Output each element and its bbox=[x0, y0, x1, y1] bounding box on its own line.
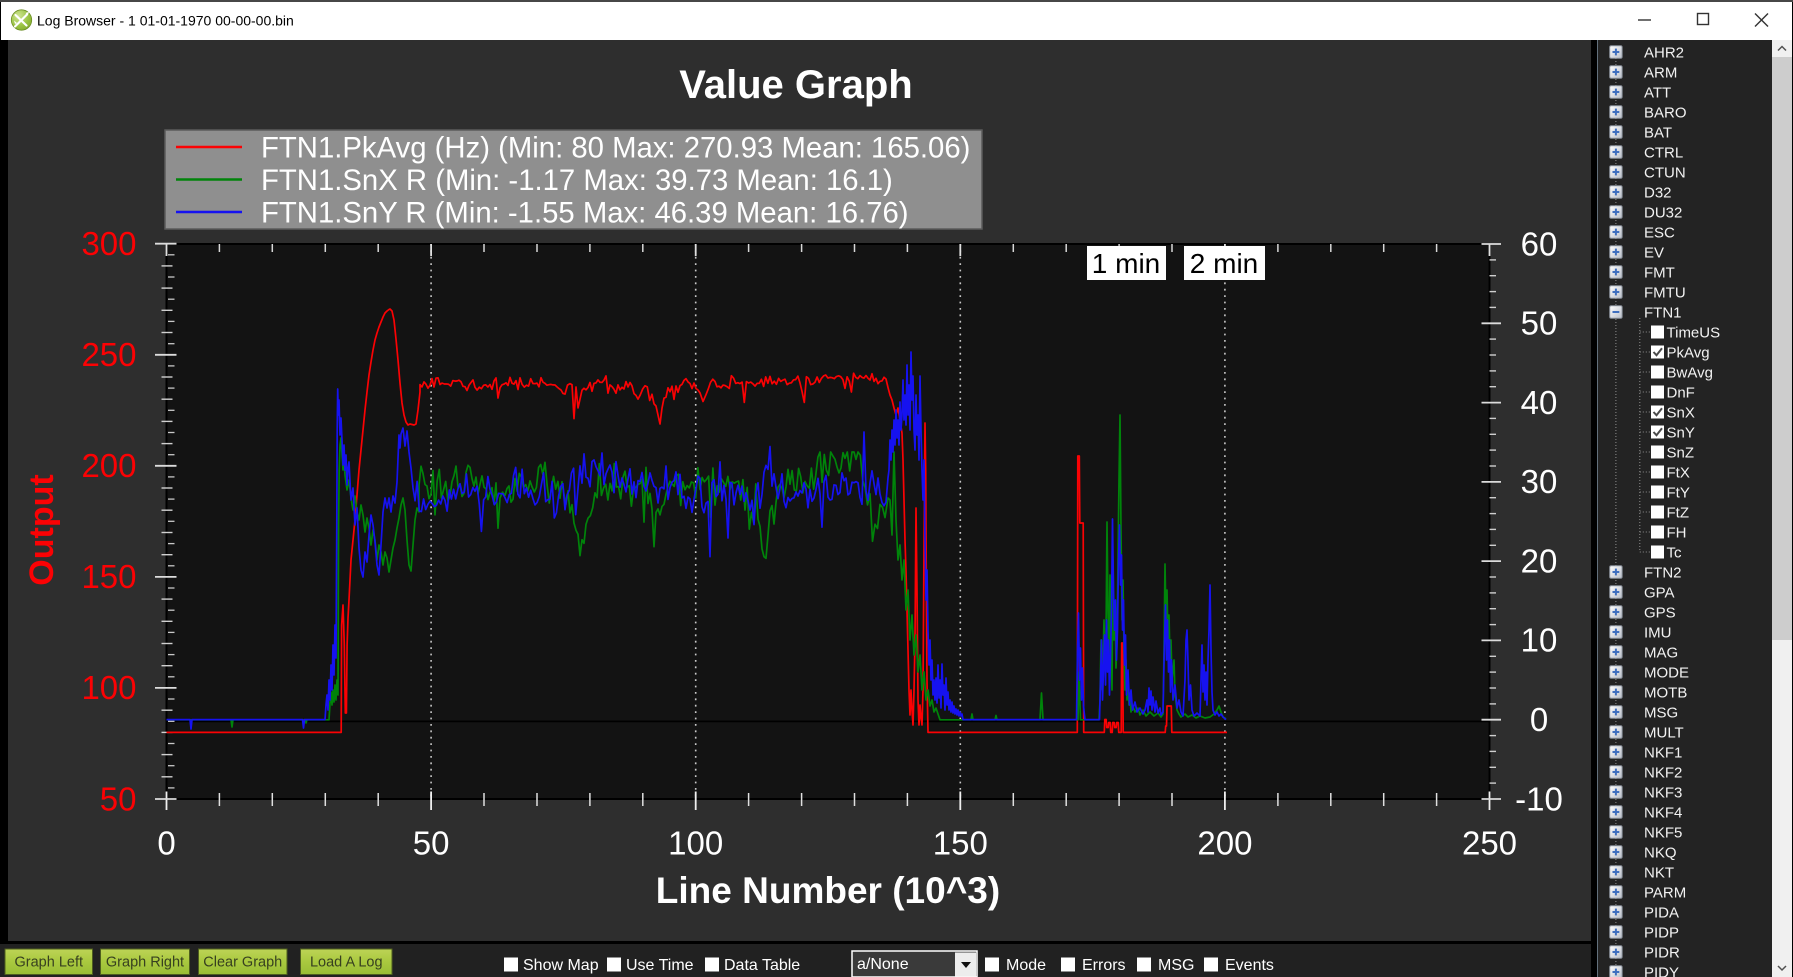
svg-text:Graph Right: Graph Right bbox=[106, 955, 184, 971]
svg-text:FTN1: FTN1 bbox=[1644, 304, 1682, 321]
svg-text:NKF3: NKF3 bbox=[1644, 784, 1682, 801]
svg-text:100: 100 bbox=[81, 669, 136, 706]
svg-text:FMT: FMT bbox=[1644, 264, 1675, 281]
svg-text:FtZ: FtZ bbox=[1667, 504, 1690, 521]
svg-text:Graph Left: Graph Left bbox=[14, 955, 83, 971]
svg-text:0: 0 bbox=[1530, 701, 1548, 738]
svg-text:60: 60 bbox=[1521, 225, 1558, 262]
svg-text:PkAvg: PkAvg bbox=[1667, 344, 1710, 361]
svg-text:Errors: Errors bbox=[1082, 957, 1126, 974]
svg-text:100: 100 bbox=[668, 825, 723, 862]
svg-text:Log Browser - 1 01-01-1970 00-: Log Browser - 1 01-01-1970 00-00-00.bin bbox=[37, 13, 294, 29]
svg-text:PIDR: PIDR bbox=[1644, 944, 1680, 961]
svg-text:PIDA: PIDA bbox=[1644, 904, 1679, 921]
svg-text:MULT: MULT bbox=[1644, 724, 1684, 741]
svg-text:BAT: BAT bbox=[1644, 124, 1672, 141]
svg-text:10: 10 bbox=[1521, 622, 1558, 659]
svg-text:200: 200 bbox=[1197, 825, 1252, 862]
svg-text:CTUN: CTUN bbox=[1644, 164, 1686, 181]
svg-text:SnX: SnX bbox=[1667, 404, 1695, 421]
svg-text:GPS: GPS bbox=[1644, 604, 1676, 621]
svg-text:D32: D32 bbox=[1644, 184, 1672, 201]
svg-text:NKT: NKT bbox=[1644, 864, 1674, 881]
svg-text:Clear Graph: Clear Graph bbox=[203, 955, 282, 971]
svg-text:Line Number (10^3): Line Number (10^3) bbox=[656, 870, 1000, 911]
svg-text:MSG: MSG bbox=[1158, 957, 1194, 974]
svg-text:FTN1.SnY R (Min: -1.55 Max: 46: FTN1.SnY R (Min: -1.55 Max: 46.39 Mean: … bbox=[261, 197, 909, 230]
svg-text:FH: FH bbox=[1667, 524, 1687, 541]
svg-text:Value Graph: Value Graph bbox=[679, 63, 912, 107]
svg-text:NKF2: NKF2 bbox=[1644, 764, 1682, 781]
svg-text:PIDY: PIDY bbox=[1644, 964, 1679, 977]
svg-text:50: 50 bbox=[413, 825, 450, 862]
svg-text:Data Table: Data Table bbox=[724, 957, 800, 974]
svg-text:NKF4: NKF4 bbox=[1644, 804, 1682, 821]
svg-text:PIDP: PIDP bbox=[1644, 924, 1679, 941]
svg-text:SnZ: SnZ bbox=[1667, 444, 1695, 461]
svg-text:200: 200 bbox=[81, 447, 136, 484]
svg-text:NKF1: NKF1 bbox=[1644, 744, 1682, 761]
svg-text:-10: -10 bbox=[1515, 780, 1563, 817]
svg-text:a/None: a/None bbox=[857, 956, 909, 973]
svg-text:FtX: FtX bbox=[1667, 464, 1690, 481]
svg-text:DU32: DU32 bbox=[1644, 204, 1682, 221]
svg-text:ESC: ESC bbox=[1644, 224, 1675, 241]
svg-text:FTN1.SnX R (Min: -1.17 Max: 39: FTN1.SnX R (Min: -1.17 Max: 39.73 Mean: … bbox=[261, 164, 893, 197]
svg-text:Load A Log: Load A Log bbox=[310, 955, 383, 971]
svg-text:MAG: MAG bbox=[1644, 644, 1678, 661]
svg-text:GPA: GPA bbox=[1644, 584, 1675, 601]
svg-text:NKQ: NKQ bbox=[1644, 844, 1677, 861]
svg-text:IMU: IMU bbox=[1644, 624, 1672, 641]
svg-text:PARM: PARM bbox=[1644, 884, 1686, 901]
svg-text:20: 20 bbox=[1521, 542, 1558, 579]
svg-text:CTRL: CTRL bbox=[1644, 144, 1683, 161]
svg-text:40: 40 bbox=[1521, 384, 1558, 421]
svg-text:Tc: Tc bbox=[1667, 544, 1683, 561]
svg-text:50: 50 bbox=[100, 780, 137, 817]
svg-text:300: 300 bbox=[81, 225, 136, 262]
svg-text:Events: Events bbox=[1225, 957, 1274, 974]
svg-text:ATT: ATT bbox=[1644, 84, 1671, 101]
svg-text:Use Time: Use Time bbox=[626, 957, 694, 974]
svg-text:150: 150 bbox=[933, 825, 988, 862]
svg-text:FMTU: FMTU bbox=[1644, 284, 1686, 301]
svg-text:SnY: SnY bbox=[1667, 424, 1695, 441]
svg-text:MODE: MODE bbox=[1644, 664, 1689, 681]
svg-text:1 min: 1 min bbox=[1092, 248, 1160, 279]
svg-text:150: 150 bbox=[81, 558, 136, 595]
svg-text:BARO: BARO bbox=[1644, 104, 1687, 121]
svg-text:DnF: DnF bbox=[1667, 384, 1695, 401]
svg-text:MOTB: MOTB bbox=[1644, 684, 1687, 701]
svg-text:Mode: Mode bbox=[1006, 957, 1046, 974]
svg-text:ARM: ARM bbox=[1644, 64, 1677, 81]
svg-text:250: 250 bbox=[81, 336, 136, 373]
svg-text:2 min: 2 min bbox=[1190, 248, 1258, 279]
svg-text:30: 30 bbox=[1521, 463, 1558, 500]
svg-text:0: 0 bbox=[157, 825, 175, 862]
svg-text:FTN1.PkAvg (Hz) (Min: 80 Max:: FTN1.PkAvg (Hz) (Min: 80 Max: 270.93 Mea… bbox=[261, 132, 970, 165]
svg-text:FtY: FtY bbox=[1667, 484, 1690, 501]
svg-text:FTN2: FTN2 bbox=[1644, 564, 1682, 581]
svg-text:Output: Output bbox=[23, 474, 61, 585]
svg-text:50: 50 bbox=[1521, 305, 1558, 342]
svg-text:EV: EV bbox=[1644, 244, 1664, 261]
svg-text:NKF5: NKF5 bbox=[1644, 824, 1682, 841]
svg-text:MSG: MSG bbox=[1644, 704, 1678, 721]
svg-text:BwAvg: BwAvg bbox=[1667, 364, 1713, 381]
svg-text:TimeUS: TimeUS bbox=[1667, 324, 1721, 341]
svg-text:AHR2: AHR2 bbox=[1644, 44, 1684, 61]
svg-text:250: 250 bbox=[1462, 825, 1517, 862]
svg-text:Show Map: Show Map bbox=[523, 957, 599, 974]
